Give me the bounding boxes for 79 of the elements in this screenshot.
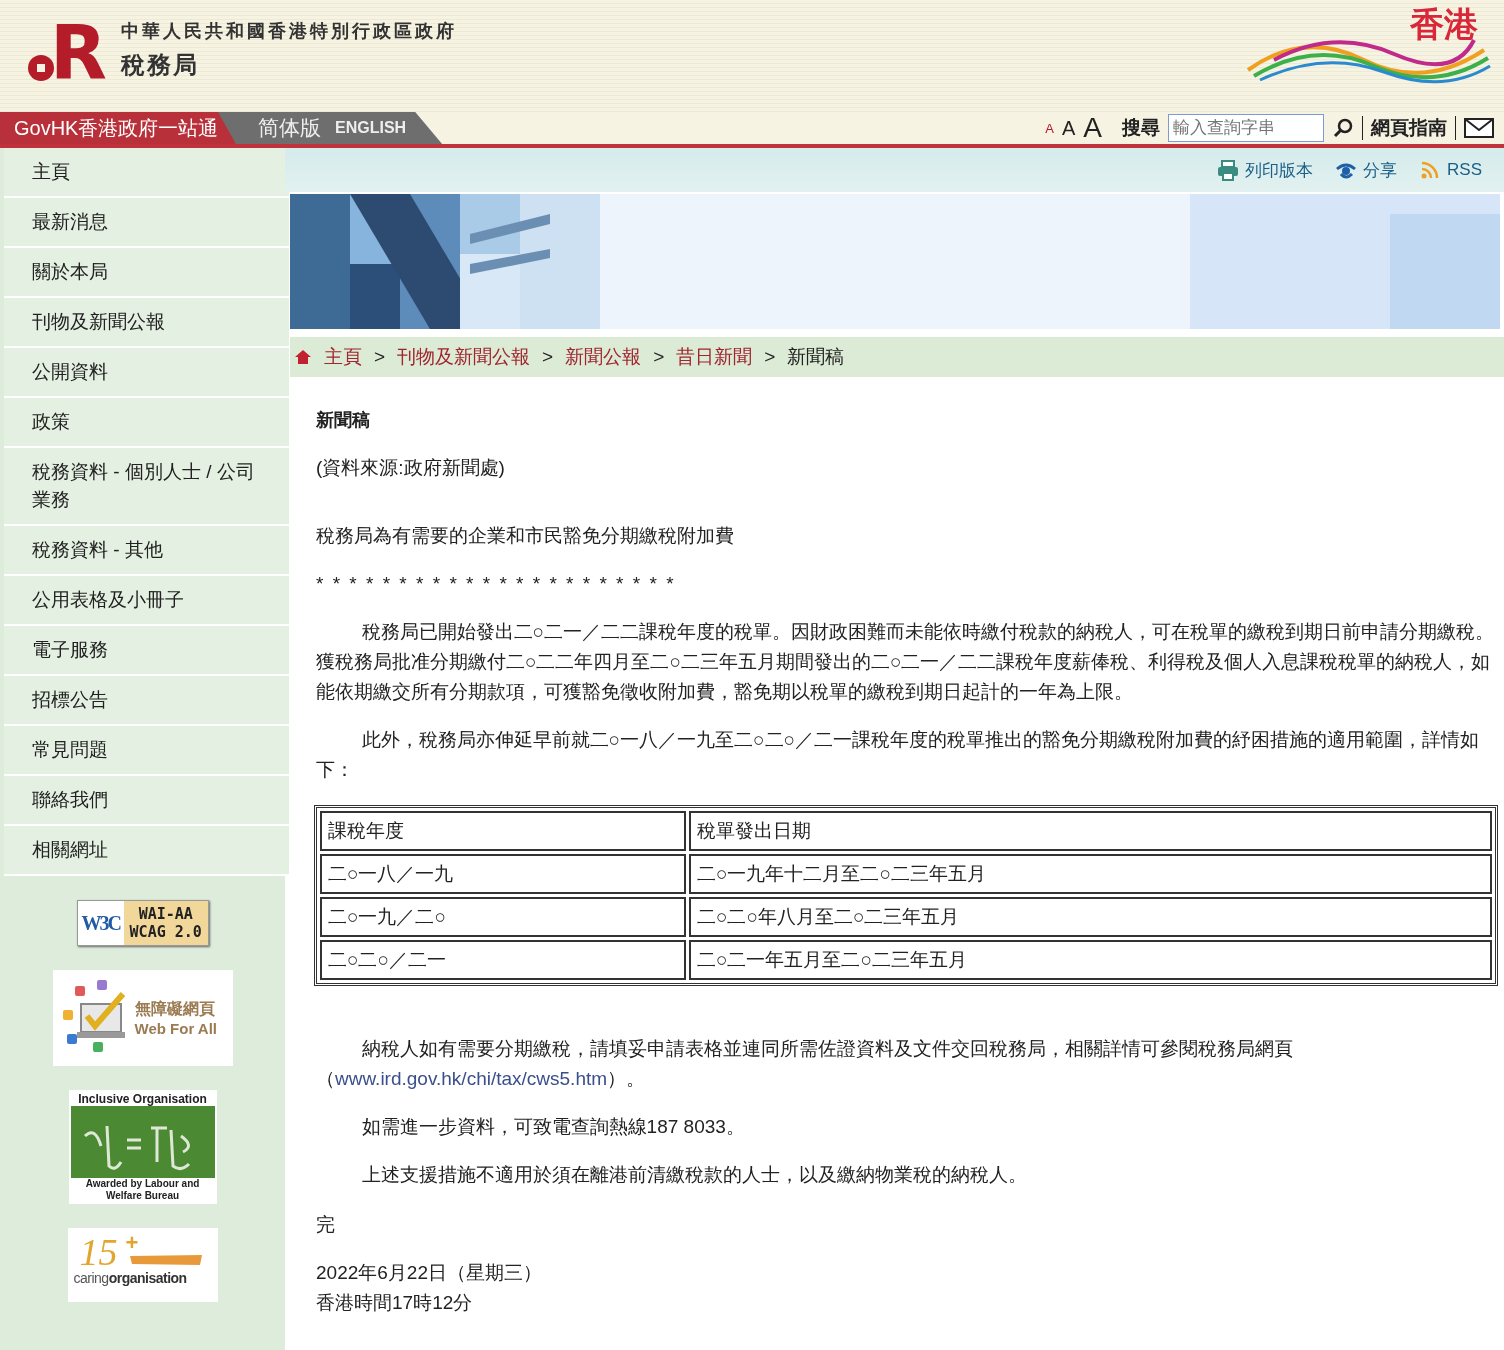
toolbar-link[interactable]: 分享: [1335, 158, 1398, 182]
web-for-all-badge[interactable]: 無障礙網頁 Web For All: [52, 970, 233, 1066]
table-cell: 二○一八／一九: [320, 854, 686, 894]
sidebar-item[interactable]: 聯絡我們: [4, 776, 289, 826]
table-cell: 二○一九年十二月至二○二三年五月: [689, 854, 1492, 894]
breadcrumb-link[interactable]: 昔日新聞: [676, 344, 753, 370]
column-header: 稅單發出日期: [689, 811, 1492, 851]
paragraph: 上述支援措施不適用於須在離港前清繳稅款的人士，以及繳納物業稅的納稅人。: [360, 1163, 1028, 1187]
end-mark: 完: [316, 1213, 336, 1237]
mail-icon[interactable]: [1464, 118, 1494, 138]
paragraph: 此外，稅務局亦伸延早前就二○一八／一九至二○二○／二一課稅年度的稅單推出的豁免分期繳稅附加費的紓困措施的適用範圍，詳情如下：: [316, 728, 1481, 782]
breadcrumb-separator: >: [764, 346, 776, 368]
toolbar-link[interactable]: 列印版本: [1217, 158, 1314, 182]
font-size-link[interactable]: A: [1045, 121, 1054, 135]
govhk-link[interactable]: GovHK香港政府一站通: [0, 112, 238, 144]
w3c-label: W3C: [80, 910, 122, 936]
badge-text: WAI-AA: [138, 905, 193, 923]
badge-text: Awarded by Labour and Welfare Bureau: [84, 1178, 201, 1202]
brand-logo: 香港: [1410, 4, 1478, 45]
table-cell: 二○二一年五月至二○二三年五月: [689, 940, 1492, 980]
breadcrumb-current: 新聞稿: [787, 345, 845, 369]
breadcrumb-separator: >: [542, 346, 554, 368]
sidebar-item[interactable]: 主頁: [4, 148, 289, 198]
badge-text: WCAG 2.0: [129, 923, 202, 941]
badge-text: Inclusive Organisation: [78, 1092, 207, 1106]
sidebar-item[interactable]: 稅務資料 - 其他: [4, 526, 289, 576]
sidebar-item[interactable]: 電子服務: [4, 626, 289, 676]
government-name: 中華人民共和國香港特別行政區政府: [121, 20, 457, 43]
sidebar-item[interactable]: 常見問題: [4, 726, 289, 776]
table-cell: 二○一九／二○: [320, 897, 686, 937]
sidebar-item[interactable]: 刊物及新聞公報: [4, 298, 289, 348]
badge-text: 15: [79, 1230, 118, 1273]
home-icon[interactable]: [294, 349, 312, 365]
release-time: 香港時間17時12分: [316, 1291, 474, 1315]
sidebar-item[interactable]: 公用表格及小冊子: [4, 576, 289, 626]
site-guide-link[interactable]: 網頁指南: [1371, 115, 1447, 141]
breadcrumb-link[interactable]: 刊物及新聞公報: [397, 344, 531, 370]
breadcrumb-separator: >: [653, 346, 665, 368]
sidebar-item[interactable]: 政策: [4, 398, 289, 448]
sidebar-item[interactable]: 稅務資料 - 個別人士 / 公司業務: [4, 448, 289, 526]
logo-letter: R: [50, 25, 107, 81]
source-note: (資料來源:政府新聞處): [316, 456, 506, 480]
headline: 稅務局為有需要的企業和市民豁免分期繳稅附加費: [316, 524, 735, 548]
column-header: 課稅年度: [320, 811, 686, 851]
sidebar-item[interactable]: 相關網址: [4, 826, 289, 876]
paragraph: 稅務局已開始發出二○二一／二二課稅年度的稅單。因財政困難而未能依時繳付稅款的納稅人，可在稅單的繳稅到期日前申請分期繳稅。獲稅務局批准分期繳付二○二二年四月至二○二三年五月期間發出的二○二一／二二課稅年度薪俸稅、利得稅及個人入息課稅稅單的納稅人，如能依期繳交所有分期款項，可獲豁免徵收附加費，豁免期以稅單的繳稅到期日起計的一年為上限。: [316, 620, 1496, 704]
caring-organisation-badge[interactable]: 15 + caringorganisation: [67, 1228, 218, 1302]
table-cell: 二○二○年八月至二○二三年五月: [689, 897, 1492, 937]
search-field[interactable]: 輸入查詢字串: [1168, 114, 1324, 142]
sidebar-item[interactable]: 最新消息: [4, 198, 289, 248]
badge-text: +: [125, 1230, 139, 1256]
font-size-link[interactable]: A: [1061, 118, 1076, 138]
inclusive-organisation-badge[interactable]: Inclusive Organisation Awarded by Labour and Welfare Bureau: [68, 1090, 217, 1204]
language-link[interactable]: 简体版: [258, 114, 321, 142]
language-link[interactable]: ENGLISH: [335, 119, 407, 137]
article-title: 新聞稿: [316, 409, 371, 432]
badge-text: caringorganisation: [73, 1270, 187, 1286]
search-icon: [1332, 117, 1354, 139]
breadcrumb-separator: >: [374, 346, 386, 368]
search-label: 搜尋: [1122, 116, 1160, 140]
divider-stars: * * * * * * * * * * * * * * * * * * * * * *: [316, 572, 677, 596]
paragraph: 如需進一步資料，可致電查詢熱線187 8033。: [360, 1115, 746, 1139]
font-size-link[interactable]: A: [1083, 114, 1102, 142]
release-date: 2022年6月22日（星期三）: [316, 1261, 543, 1285]
sidebar-item[interactable]: 招標公告: [4, 676, 289, 726]
toolbar-link[interactable]: RSS: [1419, 159, 1482, 181]
sidebar-item[interactable]: 關於本局: [4, 248, 289, 298]
breadcrumb-link[interactable]: 主頁: [324, 344, 362, 370]
search-button[interactable]: [1332, 117, 1354, 139]
sidebar-item[interactable]: 公開資料: [4, 348, 289, 398]
department-name: 稅務局: [121, 50, 200, 80]
printer-icon: [1217, 159, 1240, 181]
paragraph: 納稅人如有需要分期繳稅，請填妥申請表格並連同所需佐證資料及文件交回稅務局，相關詳情可參閱稅務局網頁（www.ird.gov.hk/chi/tax/cws5.htm）。: [316, 1037, 1294, 1091]
badge-text: 無障礙網頁: [134, 999, 216, 1019]
table-cell: 二○二○／二一: [320, 940, 686, 980]
badge-text: Web For All: [134, 1020, 217, 1037]
web-link[interactable]: www.ird.gov.hk/chi/tax/cws5.htm: [335, 1068, 608, 1089]
agency-logo[interactable]: R: [28, 25, 107, 81]
breadcrumb-link[interactable]: 新聞公報: [565, 344, 642, 370]
